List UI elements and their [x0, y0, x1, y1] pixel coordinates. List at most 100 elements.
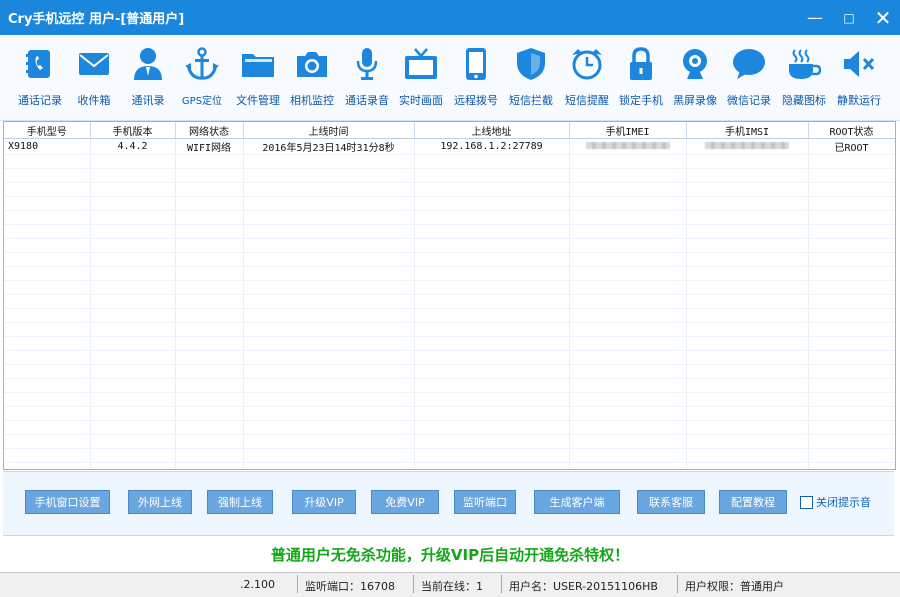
toolbar-item-black-screen-record[interactable]: 黑屏录像: [668, 46, 722, 114]
empty-cell: [90, 238, 176, 253]
toolbar-item-sms-intercept[interactable]: 短信拦截: [504, 46, 558, 114]
toolbar-item-hide-icon[interactable]: 隐藏图标: [777, 46, 831, 114]
empty-cell: [686, 252, 809, 267]
empty-cell: [175, 392, 244, 407]
column-header-version[interactable]: 手机版本: [90, 122, 176, 139]
toolbar-item-silent-run[interactable]: 静默运行: [832, 46, 886, 114]
empty-cell: [686, 420, 809, 435]
empty-cell: [243, 350, 415, 365]
empty-table-row: [4, 392, 895, 407]
column-header-online-time[interactable]: 上线时间: [243, 122, 415, 139]
mute-alert-checkbox[interactable]: 关闭提示音: [800, 494, 871, 510]
contact-support-button[interactable]: 联系客服: [637, 490, 705, 514]
empty-cell: [808, 336, 895, 351]
empty-cell: [90, 434, 176, 449]
empty-cell: [569, 252, 687, 267]
status-online-count: 当前在线：1: [421, 580, 483, 593]
toolbar-item-lock-phone[interactable]: 锁定手机: [614, 46, 668, 114]
minimize-button[interactable]: —: [798, 0, 832, 35]
toolbar-item-remote-dial[interactable]: 远程拨号: [449, 46, 503, 114]
column-header-network[interactable]: 网络状态: [175, 122, 244, 139]
empty-cell: [4, 280, 91, 295]
upgrade-vip-button[interactable]: 升级VIP: [292, 490, 356, 514]
empty-cell: [4, 392, 91, 407]
free-vip-button[interactable]: 免费VIP: [371, 490, 439, 514]
empty-cell: [4, 238, 91, 253]
empty-table-row: [4, 308, 895, 323]
generate-client-button[interactable]: 生成客户端: [534, 490, 620, 514]
empty-cell: [175, 462, 244, 469]
force-online-button[interactable]: 强制上线: [207, 490, 273, 514]
empty-cell: [414, 168, 570, 183]
close-button[interactable]: ✕: [866, 0, 900, 35]
empty-cell: [90, 154, 176, 169]
empty-cell: [686, 434, 809, 449]
empty-cell: [90, 336, 176, 351]
toolbar-item-file-manager[interactable]: 文件管理: [231, 46, 285, 114]
empty-cell: [243, 238, 415, 253]
empty-table-row: [4, 266, 895, 281]
column-header-model[interactable]: 手机型号: [4, 122, 91, 139]
cell-imei: [569, 138, 687, 155]
empty-cell: [90, 280, 176, 295]
empty-cell: [4, 154, 91, 169]
column-header-imsi[interactable]: 手机IMSI: [686, 122, 809, 139]
empty-cell: [414, 406, 570, 421]
toolbar-label: 短信提醒: [565, 94, 609, 107]
empty-table-row: [4, 378, 895, 393]
toolbar-item-contacts[interactable]: 通讯录: [121, 46, 175, 114]
empty-cell: [175, 182, 244, 197]
toolbar-item-call-log[interactable]: 通话记录: [13, 46, 67, 114]
empty-cell: [569, 224, 687, 239]
empty-table-row: [4, 196, 895, 211]
envelope-icon: [76, 46, 112, 82]
empty-cell: [414, 336, 570, 351]
wan-online-button[interactable]: 外网上线: [128, 490, 192, 514]
shield-icon: [513, 46, 549, 82]
empty-cell: [686, 336, 809, 351]
toolbar-item-wechat-log[interactable]: 微信记录: [722, 46, 776, 114]
toolbar-item-inbox[interactable]: 收件箱: [67, 46, 121, 114]
empty-cell: [243, 280, 415, 295]
empty-table-row: [4, 182, 895, 197]
toolbar-item-camera[interactable]: 相机监控: [285, 46, 339, 114]
empty-table-row: [4, 434, 895, 449]
empty-cell: [90, 364, 176, 379]
empty-table-row: [4, 462, 895, 469]
empty-cell: [243, 154, 415, 169]
status-divider: [501, 575, 502, 593]
checkbox-box[interactable]: [800, 495, 813, 509]
empty-cell: [808, 378, 895, 393]
column-header-imei[interactable]: 手机IMEI: [569, 122, 687, 139]
toolbar-item-live-view[interactable]: 实时画面: [394, 46, 448, 114]
toolbar-label: 通话记录: [18, 94, 62, 107]
empty-cell: [175, 420, 244, 435]
empty-cell: [243, 420, 415, 435]
config-tutorial-button[interactable]: 配置教程: [719, 490, 787, 514]
empty-cell: [175, 294, 244, 309]
column-header-root[interactable]: ROOT状态: [808, 122, 895, 139]
toolbar-item-call-recording[interactable]: 通话录音: [340, 46, 394, 114]
empty-cell: [90, 196, 176, 211]
toolbar-label: 收件箱: [77, 94, 111, 107]
empty-cell: [808, 154, 895, 169]
device-table-container: 手机型号 手机版本 网络状态 上线时间 上线地址 手机IMEI 手机IMSI R…: [3, 121, 896, 470]
phone-window-settings-button[interactable]: 手机窗口设置: [25, 490, 110, 514]
empty-cell: [175, 238, 244, 253]
empty-cell: [414, 224, 570, 239]
toolbar-item-sms-alert[interactable]: 短信提醒: [560, 46, 614, 114]
empty-table-row: [4, 336, 895, 351]
column-header-address[interactable]: 上线地址: [414, 122, 570, 139]
table-row[interactable]: X9180 4.4.2 WIFI网络 2016年5月23日14时31分8秒 19…: [4, 138, 895, 155]
maximize-button[interactable]: □: [832, 0, 866, 35]
listen-port-button[interactable]: 监听端口: [454, 490, 516, 514]
empty-cell: [175, 406, 244, 421]
toolbar-item-gps[interactable]: GPS定位: [175, 46, 229, 114]
redacted-imsi: [705, 142, 789, 149]
toolbar-label: 实时画面: [399, 94, 443, 107]
empty-cell: [243, 378, 415, 393]
empty-cell: [686, 350, 809, 365]
empty-cell: [569, 448, 687, 463]
empty-table-row: [4, 350, 895, 365]
coffee-cup-icon: [786, 46, 822, 82]
